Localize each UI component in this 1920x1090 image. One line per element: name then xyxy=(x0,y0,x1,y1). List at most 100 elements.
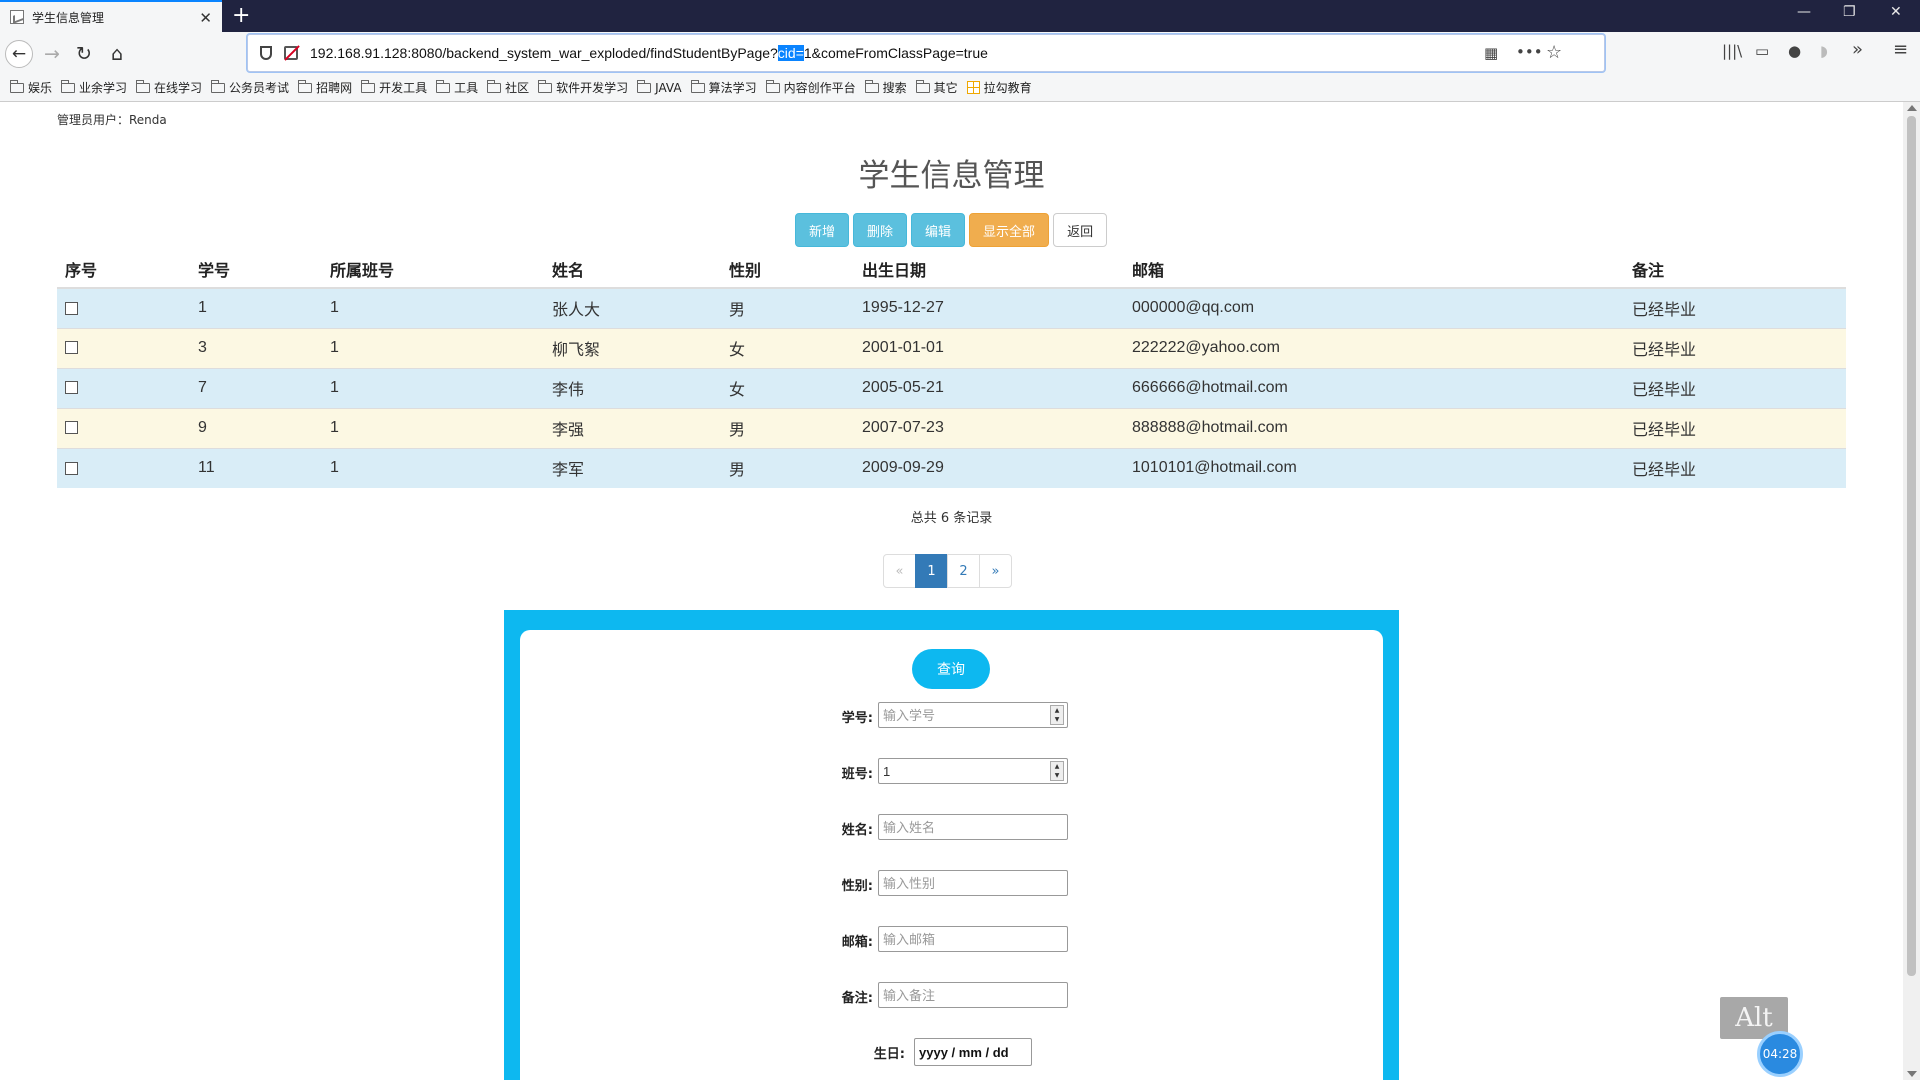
bookmark-folder[interactable]: 业余学习 xyxy=(61,79,127,96)
reload-icon[interactable]: ↻ xyxy=(70,40,98,68)
url-bar[interactable]: 192.168.91.128:8080/backend_system_war_e… xyxy=(247,34,1605,72)
name-label: 姓名: xyxy=(841,823,873,838)
bookmark-label: 工具 xyxy=(454,81,479,95)
remark-row: 备注: xyxy=(520,982,1383,1008)
query-button[interactable]: 查询 xyxy=(912,649,990,689)
folder-icon xyxy=(298,79,313,93)
bookmark-folder[interactable]: 社区 xyxy=(487,79,529,96)
tab-close-icon[interactable]: ✕ xyxy=(199,9,212,27)
bookmark-folder[interactable]: 算法学习 xyxy=(690,79,757,96)
scrollbar-thumb[interactable] xyxy=(1907,116,1916,976)
row-checkbox[interactable] xyxy=(65,301,78,315)
gender-row: 性别: xyxy=(520,870,1383,896)
page-actions-icon[interactable]: ••• xyxy=(1516,43,1543,61)
bookmark-folder[interactable]: JAVA xyxy=(637,79,682,95)
table-row[interactable]: 7 1 李伟 女 2005-05-21 666666@hotmail.com 已… xyxy=(57,367,1846,408)
page-2-button[interactable]: 2 xyxy=(947,554,980,588)
bookmark-folder[interactable]: 软件开发学习 xyxy=(538,79,628,96)
name-row: 姓名: xyxy=(520,814,1383,840)
table-row[interactable]: 9 1 李强 男 2007-07-23 888888@hotmail.com 已… xyxy=(57,407,1846,448)
bookmark-lagou[interactable]: 拉勾教育 xyxy=(966,79,1032,96)
edit-button[interactable]: 编辑 xyxy=(911,213,966,247)
bookmark-folder[interactable]: 工具 xyxy=(436,79,478,96)
back-button[interactable]: 返回 xyxy=(1053,213,1108,247)
library-icon[interactable]: |||\ xyxy=(1722,42,1742,60)
prev-page-button[interactable]: « xyxy=(883,554,916,588)
bookmark-folder[interactable]: 娱乐 xyxy=(10,79,52,96)
folder-icon xyxy=(61,79,76,93)
class-id-input[interactable] xyxy=(878,758,1068,784)
back-arrow-icon[interactable]: ← xyxy=(5,40,33,68)
home-icon[interactable]: ⌂ xyxy=(103,40,131,68)
class-id-row: 班号: ▲▼ xyxy=(520,758,1383,784)
gender-cell: 男 xyxy=(721,447,854,488)
bookmark-folder[interactable]: 招聘网 xyxy=(298,79,352,96)
table-row[interactable]: 11 1 李军 男 2009-09-29 1010101@hotmail.com… xyxy=(57,447,1846,488)
bookmark-folder[interactable]: 内容创作平台 xyxy=(765,79,856,96)
students-table: 序号 学号 所属班号 姓名 性别 出生日期 邮箱 备注 1 1 张人大 男 19… xyxy=(57,250,1846,488)
browser-tab[interactable]: 学生信息管理 ✕ xyxy=(0,0,222,32)
table-header-row: 序号 学号 所属班号 姓名 性别 出生日期 邮箱 备注 xyxy=(57,250,1846,289)
delete-button[interactable]: 删除 xyxy=(853,213,908,247)
bookmark-folder[interactable]: 在线学习 xyxy=(136,79,202,96)
close-window-button[interactable]: ✕ xyxy=(1890,4,1902,20)
qr-code-icon[interactable]: ▦ xyxy=(1484,44,1498,62)
row-checkbox[interactable] xyxy=(65,461,78,475)
gender-input[interactable] xyxy=(878,870,1068,896)
class-id-spinner[interactable]: ▲ ▼ xyxy=(1050,761,1064,781)
bookmark-folder[interactable]: 开发工具 xyxy=(361,79,427,96)
name-cell: 柳飞絮 xyxy=(544,327,721,368)
column-header: 序号 xyxy=(57,250,190,289)
birthday-date-input[interactable] xyxy=(914,1038,1032,1066)
page-content: 管理员用户：Renda 学生信息管理 新增 删除 编辑 显示全部 返回 序号 学… xyxy=(0,102,1903,1090)
tracking-shield-icon[interactable] xyxy=(260,46,272,60)
bookmark-folder[interactable]: 公务员考试 xyxy=(211,79,289,96)
hamburger-menu-icon[interactable]: ≡ xyxy=(1893,39,1908,60)
table-row[interactable]: 3 1 柳飞絮 女 2001-01-01 222222@yahoo.com 已经… xyxy=(57,327,1846,368)
sidebar-icon[interactable]: ▭ xyxy=(1755,42,1769,60)
student-id-spinner[interactable]: ▲ ▼ xyxy=(1050,705,1064,725)
scroll-down-arrow-icon[interactable] xyxy=(1907,1071,1917,1077)
email-row: 邮箱: xyxy=(520,926,1383,952)
class-id-cell: 1 xyxy=(322,327,544,368)
bookmark-folder[interactable]: 其它 xyxy=(915,79,958,96)
restore-button[interactable]: ❐ xyxy=(1843,4,1856,20)
folder-icon xyxy=(637,79,652,93)
email-cell: 666666@hotmail.com xyxy=(1124,367,1624,408)
bookmark-label: 其它 xyxy=(933,81,958,95)
lagou-icon xyxy=(966,81,980,94)
insecure-connection-icon[interactable] xyxy=(284,46,298,60)
url-text[interactable]: 192.168.91.128:8080/backend_system_war_e… xyxy=(310,45,988,61)
page-scrollbar[interactable] xyxy=(1903,102,1920,1080)
query-panel: 查询 学号: ▲▼ 班号: ▲▼ 姓名: 性别: 邮箱: xyxy=(504,610,1399,1090)
table-row[interactable]: 1 1 张人大 男 1995-12-27 000000@qq.com 已经毕业 xyxy=(57,287,1846,328)
birthday-row: 生日: xyxy=(520,1038,1383,1066)
row-checkbox[interactable] xyxy=(65,341,78,355)
forward-arrow-icon[interactable]: → xyxy=(38,40,66,68)
bookmark-star-icon[interactable]: ☆ xyxy=(1546,42,1562,63)
row-select-cell xyxy=(57,327,190,368)
remark-input[interactable] xyxy=(878,982,1068,1008)
folder-icon xyxy=(690,79,705,93)
minimize-button[interactable]: — xyxy=(1797,4,1811,20)
account-icon[interactable]: ● xyxy=(1788,42,1801,60)
show-all-button[interactable]: 显示全部 xyxy=(969,213,1050,247)
add-button[interactable]: 新增 xyxy=(795,213,850,247)
overflow-menu-icon[interactable]: » xyxy=(1852,39,1863,60)
scroll-up-arrow-icon[interactable] xyxy=(1907,105,1917,111)
total-records: 总共 6 条记录 xyxy=(910,511,993,526)
email-cell: 1010101@hotmail.com xyxy=(1124,447,1624,488)
name-input[interactable] xyxy=(878,814,1068,840)
next-page-button[interactable]: » xyxy=(979,554,1012,588)
bookmark-folder[interactable]: 搜索 xyxy=(864,79,907,96)
folder-icon xyxy=(361,79,376,93)
student-id-input[interactable] xyxy=(878,702,1068,728)
row-checkbox[interactable] xyxy=(65,381,78,395)
gender-cell: 男 xyxy=(721,407,854,448)
new-tab-button[interactable]: + xyxy=(232,3,250,28)
pocket-icon[interactable]: ◗ xyxy=(1820,42,1828,60)
bookmark-label: 招聘网 xyxy=(316,81,353,95)
email-input[interactable] xyxy=(878,926,1068,952)
page-1-button[interactable]: 1 xyxy=(915,554,948,588)
row-checkbox[interactable] xyxy=(65,421,78,435)
